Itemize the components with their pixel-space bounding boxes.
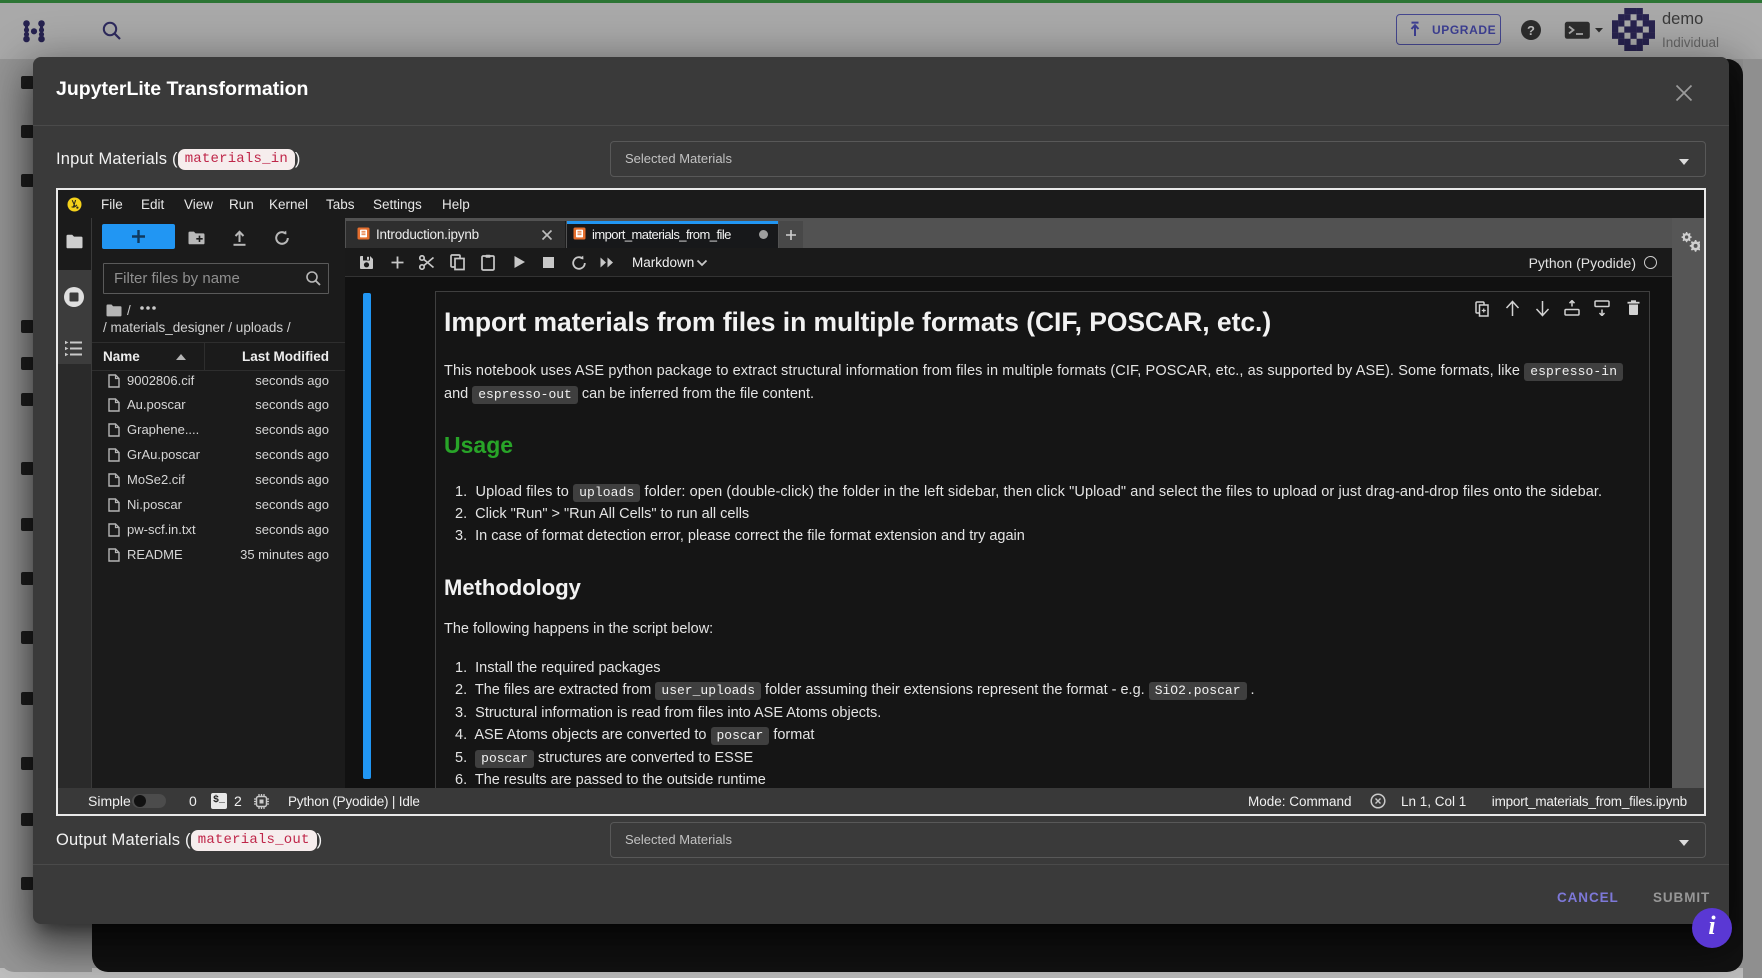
svg-text:?: ? (1527, 23, 1535, 38)
